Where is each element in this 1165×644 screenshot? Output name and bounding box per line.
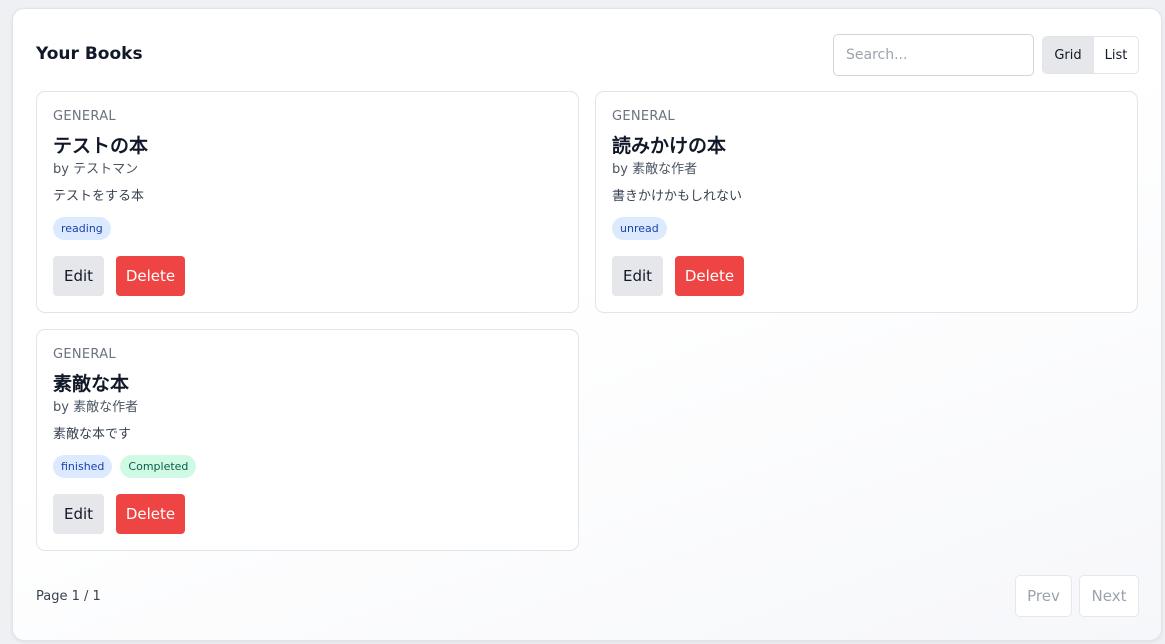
- edit-button[interactable]: Edit: [53, 494, 104, 534]
- book-card: GENERAL 素敵な本 by 素敵な作者 素敵な本です finished Co…: [36, 329, 579, 551]
- book-actions: Edit Delete: [53, 494, 185, 534]
- book-author: by テストマン: [53, 162, 139, 177]
- book-title: テストの本: [53, 135, 149, 157]
- delete-button[interactable]: Delete: [675, 256, 744, 296]
- book-title: 読みかけの本: [612, 135, 727, 157]
- book-tags: reading: [53, 217, 111, 240]
- book-actions: Edit Delete: [612, 256, 744, 296]
- view-grid-button[interactable]: Grid: [1043, 37, 1094, 73]
- edit-button[interactable]: Edit: [53, 256, 104, 296]
- book-author: by 素敵な作者: [53, 400, 139, 415]
- status-badge: finished: [53, 455, 113, 478]
- book-tags: unread: [612, 217, 667, 240]
- book-category: GENERAL: [612, 109, 675, 124]
- edit-button[interactable]: Edit: [612, 256, 663, 296]
- prev-page-button[interactable]: Prev: [1015, 575, 1072, 617]
- book-title: 素敵な本: [53, 373, 130, 395]
- view-toggle: Grid List: [1042, 36, 1139, 74]
- page-title: Your Books: [36, 44, 143, 64]
- book-card: GENERAL 読みかけの本 by 素敵な作者 書きかけかもしれない unrea…: [595, 91, 1138, 313]
- book-tags: finished Completed: [53, 455, 197, 478]
- books-panel: Your Books Grid List GENERAL テストの本 by テス…: [12, 8, 1162, 641]
- book-actions: Edit Delete: [53, 256, 185, 296]
- status-badge: unread: [612, 217, 667, 240]
- book-author: by 素敵な作者: [612, 162, 698, 177]
- book-card: GENERAL テストの本 by テストマン テストをする本 reading E…: [36, 91, 579, 313]
- book-category: GENERAL: [53, 109, 116, 124]
- completed-badge: Completed: [120, 455, 197, 478]
- book-category: GENERAL: [53, 347, 116, 362]
- view-list-button[interactable]: List: [1094, 37, 1138, 73]
- next-page-button[interactable]: Next: [1079, 575, 1139, 617]
- book-description: テストをする本: [53, 189, 145, 204]
- page-indicator: Page 1 / 1: [36, 589, 101, 604]
- delete-button[interactable]: Delete: [116, 256, 185, 296]
- book-description: 素敵な本です: [53, 427, 132, 442]
- search-input[interactable]: [833, 34, 1034, 76]
- status-badge: reading: [53, 217, 111, 240]
- book-description: 書きかけかもしれない: [612, 189, 743, 204]
- delete-button[interactable]: Delete: [116, 494, 185, 534]
